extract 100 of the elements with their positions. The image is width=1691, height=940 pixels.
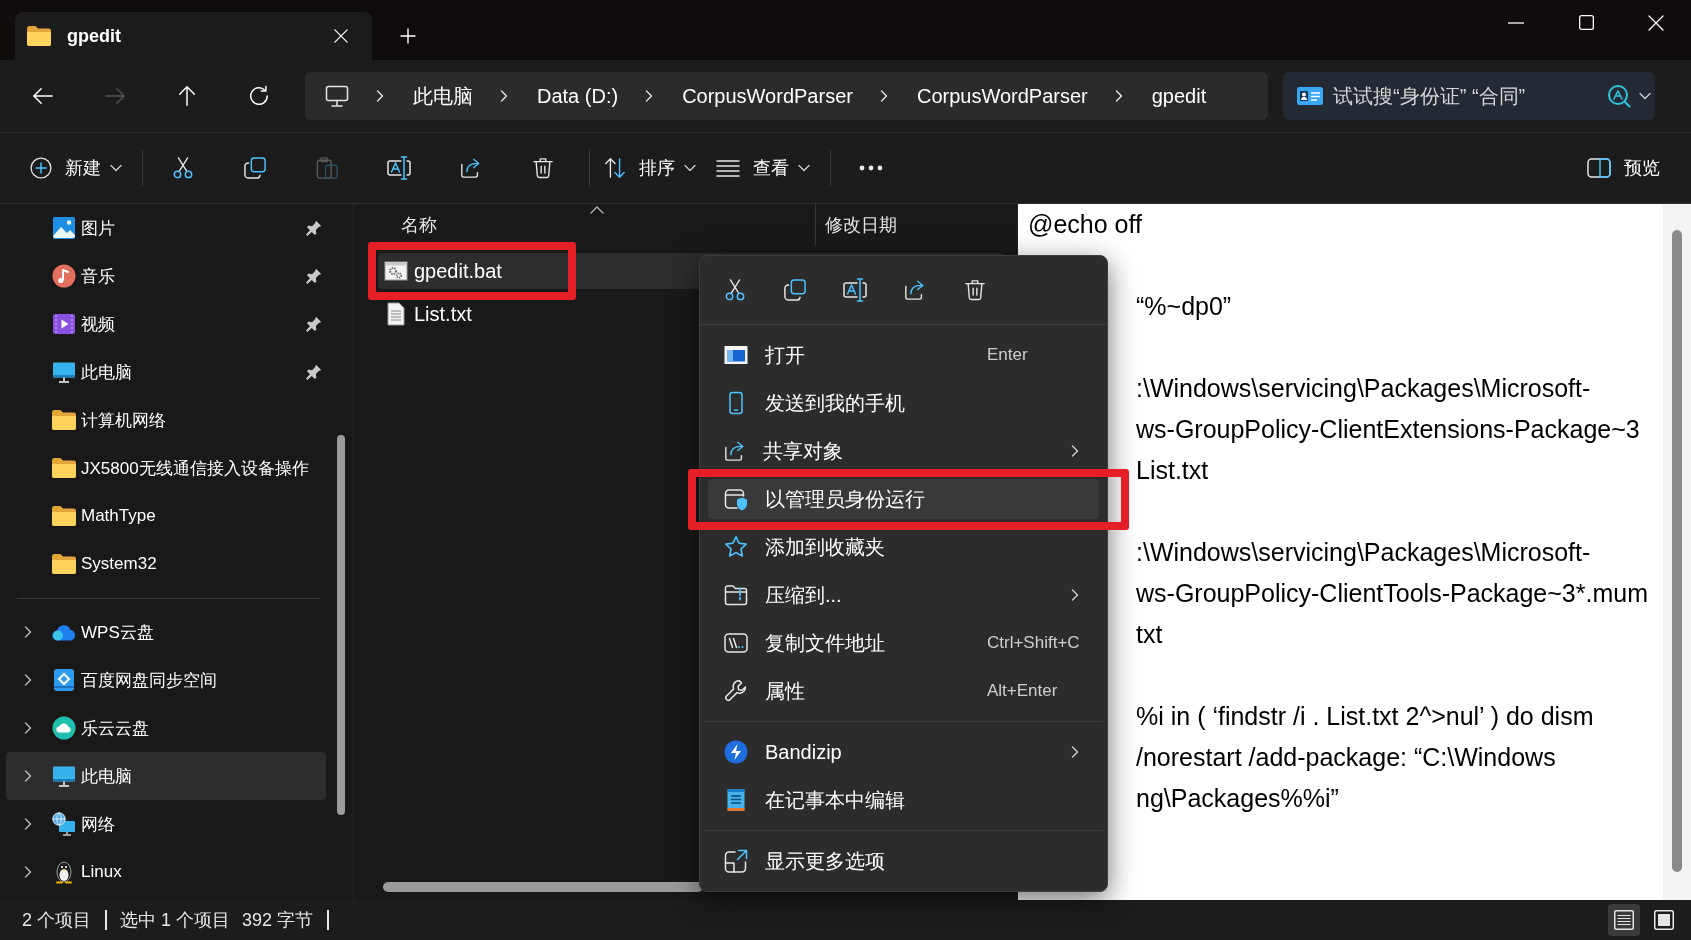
selection-size: 392 字节 <box>242 909 314 932</box>
share-icon <box>724 440 746 462</box>
selection-count: 选中 1 个项目 <box>120 909 231 932</box>
scissors-icon <box>724 279 746 301</box>
nav-item[interactable]: MathType <box>6 492 326 540</box>
path-icon <box>724 631 748 655</box>
sort-button[interactable]: 排序 <box>594 144 706 192</box>
folder-tab[interactable]: gpedit <box>15 12 372 60</box>
gear-file-icon <box>384 259 408 283</box>
breadcrumb[interactable]: gpedit <box>1151 78 1207 114</box>
star-icon <box>724 535 748 559</box>
text-file-icon <box>384 302 408 326</box>
diamond-tile-icon <box>52 668 76 692</box>
cloud-icon <box>52 623 76 641</box>
menu-item[interactable]: 共享对象 <box>708 431 1099 471</box>
shield-icon <box>724 487 748 511</box>
close-icon <box>1648 14 1664 31</box>
minimize-icon <box>1508 21 1524 24</box>
nav-item[interactable]: 此电脑 <box>6 348 326 396</box>
nav-item[interactable]: JX5800无线通信接入设备操作 <box>6 444 326 492</box>
scrollbar-thumb[interactable] <box>337 435 345 815</box>
chevron-down-icon <box>1639 90 1651 102</box>
menu-item[interactable]: 显示更多选项 <box>708 841 1099 881</box>
column-header[interactable]: 修改日期 <box>816 204 1017 246</box>
breadcrumb[interactable]: CorpusWordParser <box>916 78 1088 114</box>
monitor-icon <box>325 84 349 108</box>
copy-icon <box>784 279 806 301</box>
nav-item[interactable]: Linux <box>6 848 326 896</box>
breadcrumb[interactable]: Data (D:) <box>537 78 619 114</box>
plus-circle-icon <box>30 157 52 179</box>
menu-item[interactable]: 以管理员身份运行 <box>708 479 1099 519</box>
folder-icon <box>52 554 76 574</box>
details-view-button[interactable] <box>1608 904 1640 936</box>
external-link-icon <box>724 849 748 873</box>
nav-item[interactable]: 百度网盘同步空间 <box>6 656 326 704</box>
id-card-icon <box>1297 86 1323 106</box>
nav-item[interactable]: 视频 <box>6 300 326 348</box>
menu-item[interactable]: 打开 Enter <box>708 335 1099 375</box>
nav-item[interactable]: 音乐 <box>6 252 326 300</box>
trash-icon <box>964 279 986 301</box>
code-line: @echo off <box>1028 209 1142 240</box>
computer-icon <box>52 764 76 788</box>
menu-item[interactable]: 在记事本中编辑 <box>708 780 1099 820</box>
code-line: ng\Packages%%i” <box>1136 783 1339 814</box>
image-icon <box>52 216 76 240</box>
folder-icon <box>52 506 76 526</box>
folder-icon <box>27 26 51 46</box>
close-icon <box>334 29 348 43</box>
list-view-icon <box>1614 910 1634 930</box>
menu-item[interactable]: 属性 Alt+Enter <box>708 671 1099 711</box>
wrench-icon <box>724 679 748 703</box>
code-line: :\Windows\servicing\Packages\Microsoft- <box>1136 537 1591 568</box>
shortcut-text: Enter <box>987 345 1028 365</box>
lightning-icon <box>724 740 748 764</box>
menu-item[interactable]: 添加到收藏夹 <box>708 527 1099 567</box>
column-header[interactable]: 名称 <box>378 204 816 246</box>
breadcrumb[interactable]: 此电脑 <box>413 78 473 114</box>
shortcut-text: Ctrl+Shift+C <box>987 633 1080 653</box>
nav-item[interactable]: WPS云盘 <box>6 608 326 656</box>
menu-item[interactable]: 发送到我的手机 <box>708 383 1099 423</box>
code-line: txt <box>1136 619 1163 650</box>
nav-item[interactable]: 图片 <box>6 204 326 252</box>
search-field[interactable]: 试试搜“身份证” “合同” <box>1333 81 1601 111</box>
view-button[interactable]: 查看 <box>706 144 820 192</box>
address-bar[interactable]: 此电脑 Data (D:) CorpusWordParser CorpusWordParser gpedit <box>305 72 1268 120</box>
window-icon <box>724 345 748 365</box>
panel-icon <box>1587 158 1611 178</box>
nav-item[interactable]: 此电脑 <box>6 752 326 800</box>
scrollbar-thumb[interactable] <box>383 882 703 892</box>
new-button[interactable]: 新建 <box>20 144 132 192</box>
code-line: “%~dp0” <box>1136 291 1232 322</box>
shortcut-text: Alt+Enter <box>987 681 1058 701</box>
menu-item[interactable]: Bandizip <box>708 732 1099 772</box>
cloud-icon <box>52 716 76 740</box>
search-box[interactable]: 试试搜“身份证” “合同” <box>1283 72 1655 120</box>
menu-item[interactable]: 复制文件地址 Ctrl+Shift+C <box>708 623 1099 663</box>
code-line: ws-GroupPolicy-ClientExtensions-Package~3 <box>1136 414 1640 445</box>
code-line: /norestart /add-package: “C:\Windows <box>1136 742 1556 773</box>
scrollbar-thumb[interactable] <box>1672 230 1682 872</box>
file-row[interactable]: List.txt <box>378 296 1004 332</box>
share-icon <box>904 279 926 301</box>
sort-icon <box>604 157 626 179</box>
network-icon <box>52 812 76 836</box>
maximize-icon <box>1578 15 1594 30</box>
nav-item[interactable]: 网络 <box>6 800 326 848</box>
video-icon <box>52 312 76 336</box>
code-line: :\Windows\servicing\Packages\Microsoft- <box>1136 373 1591 404</box>
code-line: %i in ( ‘findstr /i . List.txt 2^>nul’ ) do dism <box>1136 701 1594 732</box>
chevron-right-icon <box>498 90 510 102</box>
tile-view-icon <box>1654 910 1674 930</box>
preview-pane-button[interactable]: 预览 <box>1577 144 1670 192</box>
folder-icon <box>52 410 76 430</box>
list-icon <box>716 159 740 177</box>
nav-item[interactable]: System32 <box>6 540 326 588</box>
breadcrumb[interactable]: CorpusWordParser <box>682 78 853 114</box>
menu-item[interactable]: 压缩到... <box>708 575 1099 615</box>
nav-item[interactable]: 乐云云盘 <box>6 704 326 752</box>
plus-icon <box>400 28 416 44</box>
code-line: ws-GroupPolicy-ClientTools-Package~3*.mum <box>1136 578 1648 609</box>
nav-item[interactable]: 计算机网络 <box>6 396 326 444</box>
